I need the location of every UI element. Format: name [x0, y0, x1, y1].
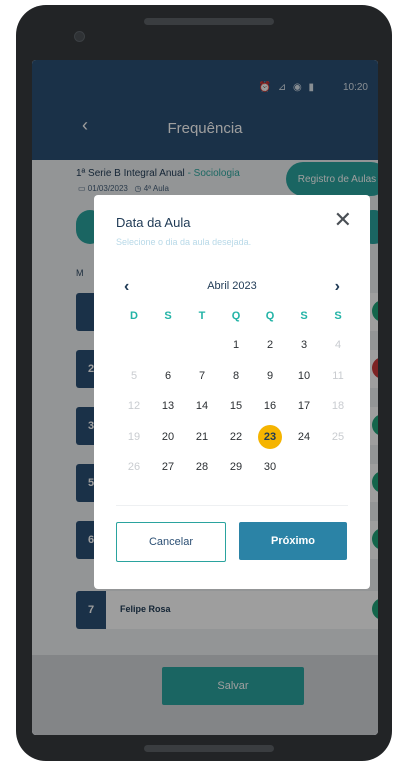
calendar-day[interactable]: 2 [258, 333, 282, 357]
calendar-day: 19 [127, 430, 141, 443]
calendar-day: 25 [331, 430, 345, 443]
weekday-label: S [300, 310, 308, 322]
weekday-label: D [130, 310, 138, 322]
calendar-day[interactable]: 1 [224, 333, 248, 357]
earpiece-speaker [144, 18, 274, 25]
calendar-day[interactable]: 14 [190, 394, 214, 418]
close-icon[interactable]: ✕ [334, 209, 352, 231]
date-picker-dialog: Data da Aula Selecione o dia da aula des… [94, 195, 370, 589]
calendar-day[interactable]: 22 [224, 425, 248, 449]
dialog-divider [116, 505, 348, 506]
calendar-day[interactable]: 3 [292, 333, 316, 357]
modal-backdrop-bottom [32, 655, 378, 735]
calendar-day[interactable]: 21 [190, 425, 214, 449]
front-camera [74, 31, 85, 42]
calendar-day[interactable]: 24 [292, 425, 316, 449]
calendar-day[interactable]: 20 [156, 425, 180, 449]
calendar-day[interactable]: 13 [156, 394, 180, 418]
calendar-day[interactable]: 15 [224, 394, 248, 418]
weekday-header: DSTQQSS [122, 310, 352, 326]
calendar-day-selected[interactable]: 23 [258, 424, 282, 449]
calendar-day: 11 [332, 369, 344, 382]
next-month-icon[interactable]: › [335, 278, 340, 296]
weekday-label: S [334, 310, 342, 322]
bottom-bar: Salvar [32, 655, 378, 735]
calendar-day[interactable]: 6 [156, 364, 180, 388]
calendar-day[interactable]: 30 [258, 455, 282, 479]
calendar-day: 18 [331, 400, 345, 412]
calendar-day[interactable]: 17 [292, 394, 316, 418]
bottom-speaker [144, 745, 274, 752]
next-button[interactable]: Próximo [239, 522, 347, 560]
weekday-label: T [198, 310, 206, 322]
calendar-day[interactable]: 27 [156, 455, 180, 479]
cancel-button[interactable]: Cancelar [116, 522, 226, 562]
weekday-label: Q [265, 310, 275, 322]
calendar-day: 12 [127, 400, 141, 412]
app-screen: ⏰ ⊿ ◉ ▮ 10:20 ‹ Frequência 1ª Serie B In… [32, 60, 378, 735]
calendar-day[interactable]: 29 [224, 455, 248, 479]
calendar-grid: 1 2 3 4 5 6 7 8 9 10 11 12 13 14 15 16 17 18 19 20 21 22 23 24 2… [122, 339, 352, 495]
calendar-day[interactable]: 7 [190, 364, 214, 388]
calendar-day[interactable]: 10 [292, 364, 316, 388]
dialog-title: Data da Aula [116, 215, 191, 230]
weekday-label: S [164, 310, 172, 322]
calendar-day[interactable]: 9 [258, 364, 282, 388]
calendar-day[interactable]: 28 [190, 455, 214, 479]
calendar-day: 26 [127, 461, 141, 473]
dialog-subtitle: Selecione o dia da aula desejada. [116, 237, 252, 247]
month-label: Abril 2023 [207, 280, 257, 292]
calendar-day[interactable]: 16 [258, 394, 282, 418]
calendar-day: 5 [130, 369, 138, 382]
weekday-label: Q [231, 310, 241, 322]
calendar-day[interactable]: 8 [224, 364, 248, 388]
calendar-day: 4 [334, 339, 342, 351]
phone-frame: ⏰ ⊿ ◉ ▮ 10:20 ‹ Frequência 1ª Serie B In… [16, 5, 392, 761]
